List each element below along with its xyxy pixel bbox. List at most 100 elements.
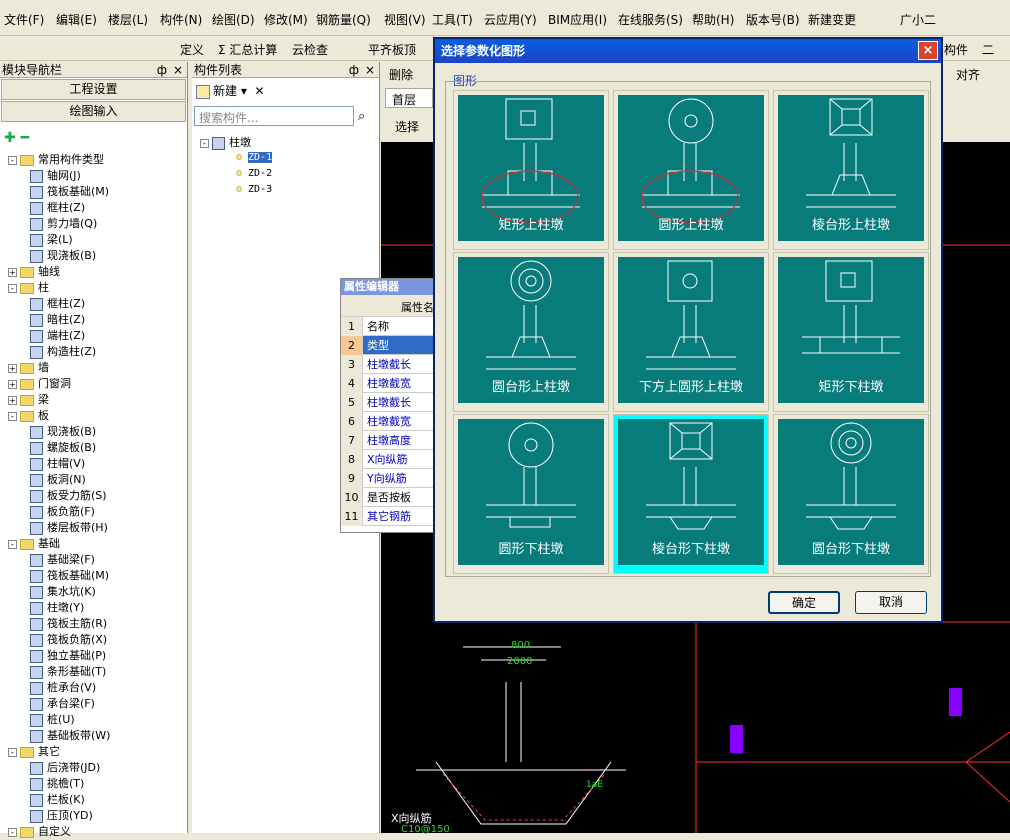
toolbar-item[interactable]: 定义 (180, 41, 204, 58)
property-row[interactable]: 6 柱墩截宽 (341, 412, 434, 431)
tree-item[interactable]: 独立基础(P) (30, 648, 106, 664)
shape-tile[interactable]: 圆台形上柱墩 (453, 252, 609, 412)
dialog-close-button[interactable]: × (918, 41, 938, 60)
expand-icon[interactable]: + (8, 379, 17, 389)
delete-button[interactable]: 删除 (389, 66, 413, 83)
tree-item[interactable]: 现浇板(B) (30, 424, 96, 440)
tree-folder[interactable]: - 自定义 (8, 824, 71, 840)
search-icon[interactable]: ⌕ (358, 109, 365, 124)
tree-item[interactable]: 框柱(Z) (30, 296, 85, 312)
menu-item[interactable]: 工具(T) (432, 11, 473, 28)
tree-folder[interactable]: - 常用构件类型 (8, 152, 104, 168)
tree-item[interactable]: 基础板带(W) (30, 728, 110, 744)
tree-item[interactable]: 条形基础(T) (30, 664, 106, 680)
menu-item[interactable]: 云应用(Y) (484, 11, 537, 28)
expand-icon[interactable]: - (8, 283, 17, 293)
drawing-input-button[interactable]: 绘图输入 (1, 101, 186, 122)
tree-item[interactable]: 基础梁(F) (30, 552, 95, 568)
tree-folder[interactable]: - 其它 (8, 744, 60, 760)
tree-item[interactable]: 构造柱(Z) (30, 344, 96, 360)
project-settings-button[interactable]: 工程设置 (1, 79, 186, 100)
new-button[interactable]: 新建 ▾ ✕ (196, 82, 265, 99)
tree-item[interactable]: 挑檐(T) (30, 776, 84, 792)
expand-icon[interactable]: - (8, 747, 17, 757)
pin-icon[interactable]: ф (157, 62, 167, 78)
expand-icon[interactable]: - (8, 411, 17, 421)
close-icon[interactable]: × (365, 62, 375, 78)
tree-folder[interactable]: -板 (8, 408, 49, 424)
toolbar-item[interactable]: 平齐板顶 (368, 41, 416, 58)
menu-item[interactable]: BIM应用(I) (548, 11, 607, 28)
tree-item[interactable]: 筏板负筋(X) (30, 632, 107, 648)
expand-icon[interactable]: + (8, 267, 17, 277)
menu-item[interactable]: 文件(F) (4, 11, 44, 28)
tree-item[interactable]: 桩(U) (30, 712, 75, 728)
property-row[interactable]: 8 X向纵筋 (341, 450, 434, 469)
component-item[interactable]: ⚙ ZD-1 (236, 150, 273, 166)
menu-item[interactable]: 版本号(B) (746, 11, 800, 28)
tree-folder[interactable]: - 基础 (8, 536, 60, 552)
tree-folder[interactable]: + 轴线 (8, 264, 60, 280)
expand-icon[interactable]: + (8, 363, 17, 373)
property-row[interactable]: 7 柱墩高度 (341, 431, 434, 450)
shape-tile[interactable]: 棱台形下柱墩 (613, 414, 769, 574)
menu-item[interactable]: 构件(N) (160, 11, 202, 28)
expand-icon[interactable]: - (8, 155, 17, 165)
search-input[interactable]: 搜索构件... (194, 106, 354, 126)
tree-item[interactable]: 板受力筋(S) (30, 488, 107, 504)
expand-icon[interactable]: + (8, 395, 17, 405)
menu-item[interactable]: 楼层(L) (108, 11, 148, 28)
close-icon[interactable]: × (173, 62, 183, 78)
pin-icon[interactable]: ф (349, 62, 359, 78)
align-button[interactable]: 对齐 (956, 66, 980, 83)
tree-folder[interactable]: + 墙 (8, 360, 49, 376)
property-row[interactable]: 10 是否按板 (341, 488, 434, 507)
toolbar-item[interactable]: Σ 汇总计算 (218, 41, 277, 58)
toolbar-item[interactable]: 二 (982, 41, 994, 58)
tree-item[interactable]: 筏板基础(M) (30, 184, 109, 200)
tree-item[interactable]: 框柱(Z) (30, 200, 85, 216)
tree-item[interactable]: 楼层板带(H) (30, 520, 108, 536)
property-row[interactable]: 3 柱墩截长 (341, 355, 434, 374)
tree-item[interactable]: 栏板(K) (30, 792, 85, 808)
property-row[interactable]: 11 其它钢筋 (341, 507, 434, 526)
menu-item[interactable]: 编辑(E) (56, 11, 97, 28)
shape-tile[interactable]: 圆形下柱墩 (453, 414, 609, 574)
tree-item[interactable]: 集水坑(K) (30, 584, 96, 600)
toolbar-item[interactable]: 构件 (944, 41, 968, 58)
tree-item[interactable]: 剪力墙(Q) (30, 216, 97, 232)
shape-tile[interactable]: 圆台形下柱墩 (773, 414, 929, 574)
tree-item[interactable]: 螺旋板(B) (30, 440, 96, 456)
tree-root[interactable]: - 柱墩 (200, 134, 251, 150)
tree-item[interactable]: 板洞(N) (30, 472, 86, 488)
menu-item[interactable]: 视图(V) (384, 11, 426, 28)
expand-icon[interactable]: - (8, 827, 17, 837)
tree-item[interactable]: 柱墩(Y) (30, 600, 84, 616)
property-row[interactable]: 5 柱墩截长 (341, 393, 434, 412)
tree-item[interactable]: 板负筋(F) (30, 504, 95, 520)
component-item[interactable]: ⚙ ZD-3 (236, 182, 272, 198)
tree-item[interactable]: 压顶(YD) (30, 808, 93, 824)
tree-item[interactable]: 现浇板(B) (30, 248, 96, 264)
menu-item[interactable]: 帮助(H) (692, 11, 734, 28)
tree-item[interactable]: 桩承台(V) (30, 680, 96, 696)
property-row[interactable]: 1 名称 (341, 317, 434, 336)
tree-item[interactable]: 暗柱(Z) (30, 312, 85, 328)
shape-tile[interactable]: 棱台形上柱墩 (773, 90, 929, 250)
tree-folder[interactable]: -柱 (8, 280, 49, 296)
tree-item[interactable]: 承台梁(F) (30, 696, 95, 712)
expand-icon[interactable]: - (8, 539, 17, 549)
menu-item[interactable]: 广小二 (900, 11, 936, 28)
menu-item[interactable]: 在线服务(S) (618, 11, 683, 28)
menu-item[interactable]: 修改(M) (264, 11, 308, 28)
menu-item[interactable]: 绘图(D) (212, 11, 255, 28)
tree-item[interactable]: 轴网(J) (30, 168, 81, 184)
tree-folder[interactable]: + 梁 (8, 392, 49, 408)
shape-tile[interactable]: 矩形下柱墩 (773, 252, 929, 412)
shape-tile[interactable]: 下方上圆形上柱墩 (613, 252, 769, 412)
shape-tile[interactable]: 圆形上柱墩 (613, 90, 769, 250)
tree-item[interactable]: 后浇带(JD) (30, 760, 100, 776)
tree-item[interactable]: 柱帽(V) (30, 456, 85, 472)
property-row[interactable]: 4 柱墩截宽 (341, 374, 434, 393)
floor-select[interactable]: 首层 (385, 88, 433, 108)
